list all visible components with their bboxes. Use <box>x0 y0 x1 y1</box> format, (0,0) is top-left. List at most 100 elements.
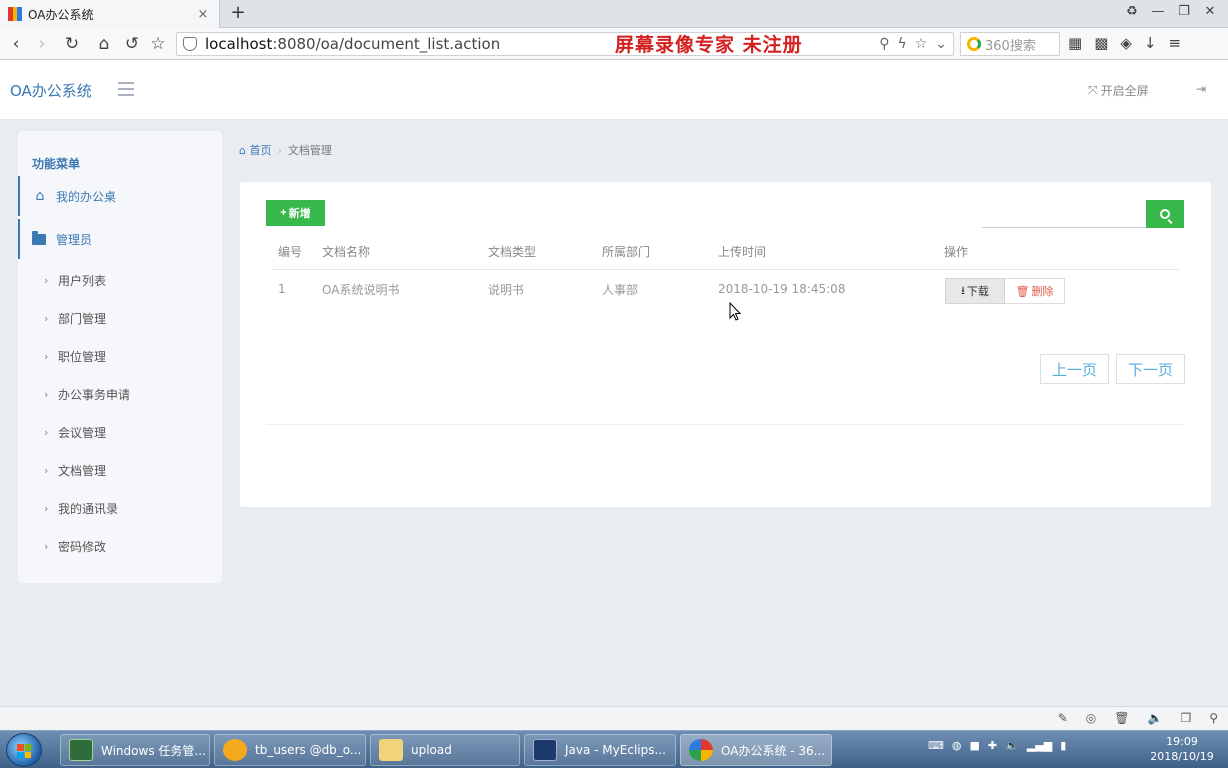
network-globe-icon[interactable]: ◍ <box>952 739 962 752</box>
window-icon[interactable]: ❐ <box>1180 711 1191 725</box>
zoom-icon[interactable]: ⚲ <box>879 36 889 52</box>
browser-search-box[interactable]: 360搜索 <box>960 32 1060 56</box>
browser-360-icon <box>689 739 713 761</box>
row-actions: ⭳ 下载 🗑 删除 <box>945 278 1065 304</box>
menu-toggle-icon[interactable] <box>118 82 134 96</box>
power-icon[interactable]: ▮ <box>1060 739 1066 752</box>
sidebar-item-office-requests[interactable]: › 办公事务申请 <box>44 382 130 406</box>
windows-logo-icon <box>17 744 31 758</box>
sidebar-item-users[interactable]: › 用户列表 <box>44 268 106 292</box>
taskbar-item-browser[interactable]: OA办公系统 - 36... <box>680 734 832 766</box>
dropdown-icon[interactable]: ⌄ <box>935 36 947 52</box>
browser-tabstrip: OA办公系统 × + ♻ — ❐ ✕ <box>0 0 1228 28</box>
col-header-time: 上传时间 <box>718 245 767 259</box>
add-document-button[interactable]: + 新增 <box>266 200 325 226</box>
minimize-icon[interactable]: — <box>1150 4 1166 19</box>
chevron-right-icon: › <box>44 501 49 515</box>
taskbar-item-navicat[interactable]: tb_users @db_o... <box>214 734 366 766</box>
signal-icon[interactable]: ▂▄▆ <box>1027 739 1052 752</box>
extension-icons: ▦ ▩ ◈ ↓ ≡ <box>1068 34 1181 52</box>
bookmark-star-icon[interactable]: ☆ <box>148 34 168 54</box>
col-header-id: 编号 <box>278 245 303 259</box>
url-text: localhost:8080/oa/document_list.action <box>205 35 501 53</box>
fullscreen-button[interactable]: ⤧ 开启全屏 <box>1088 82 1149 99</box>
zoom-search-icon[interactable]: ⚲ <box>1209 711 1218 725</box>
window-controls: ♻ — ❐ ✕ <box>1124 4 1218 19</box>
apps-icon[interactable]: ▦ <box>1068 34 1082 52</box>
col-header-actions: 操作 <box>944 245 969 259</box>
sidebar-item-positions[interactable]: › 职位管理 <box>44 344 106 368</box>
qr-code-icon[interactable]: ▩ <box>1094 34 1108 52</box>
logout-icon[interactable]: ⇥ <box>1196 82 1206 96</box>
guard-shield-icon[interactable]: ◈ <box>1120 34 1132 52</box>
favorite-star-icon[interactable]: ☆ <box>915 36 928 52</box>
breadcrumb-home[interactable]: ⌂ 首页 <box>239 142 271 158</box>
taskbar-item-upload-folder[interactable]: upload <box>370 734 520 766</box>
reload-icon[interactable]: ↻ <box>62 34 82 54</box>
close-window-icon[interactable]: ✕ <box>1202 4 1218 19</box>
search-button[interactable] <box>1146 200 1184 228</box>
security-shield-icon <box>183 37 197 51</box>
document-table: 编号 文档名称 文档类型 所属部门 上传时间 操作 1 OA系统说明书 说明书 … <box>272 234 1179 308</box>
lightning-icon[interactable]: ϟ <box>897 36 906 52</box>
download-button[interactable]: ⭳ 下载 <box>945 278 1005 304</box>
mouse-cursor-icon <box>729 302 742 321</box>
back-icon[interactable]: ‹ <box>6 34 26 54</box>
task-manager-icon <box>69 739 93 761</box>
close-tab-icon[interactable]: × <box>195 7 211 22</box>
sidebar-item-contacts[interactable]: › 我的通讯录 <box>44 496 118 520</box>
chevron-right-icon: › <box>44 349 49 363</box>
undo-icon[interactable]: ↺ <box>122 34 142 54</box>
app-brand[interactable]: OA办公系统 <box>10 80 92 101</box>
keyboard-icon[interactable]: ⌨ <box>928 739 944 752</box>
system-clock[interactable]: 19:09 2018/10/19 <box>1140 734 1224 764</box>
taskbar-item-myeclipse[interactable]: Java - MyEclips... <box>524 734 676 766</box>
search-icon <box>1160 209 1170 219</box>
cell-name: OA系统说明书 <box>322 282 400 297</box>
sidebar-item-desk[interactable]: ⌂ 我的办公桌 <box>18 176 222 216</box>
speaker-icon[interactable]: 🔈 <box>1005 739 1019 752</box>
home-icon[interactable]: ⌂ <box>94 34 114 54</box>
sidebar: 功能菜单 ⌂ 我的办公桌 管理员 › 用户列表 › 部门管理 › 职位管理 › 办公事务… <box>18 131 222 583</box>
start-button[interactable] <box>6 733 42 767</box>
menu-icon[interactable]: ≡ <box>1169 34 1182 52</box>
chevron-right-icon: › <box>44 463 49 477</box>
status-green-icon[interactable]: ■ <box>970 739 980 752</box>
browser-tab[interactable]: OA办公系统 × <box>0 0 220 28</box>
app-header: OA办公系统 ⤧ 开启全屏 ⇥ <box>0 60 1228 120</box>
download-icon: ⭳ <box>961 284 965 297</box>
download-icon[interactable]: ↓ <box>1144 34 1157 52</box>
speed-icon[interactable]: ◎ <box>1086 711 1096 725</box>
security-icon[interactable]: ✚ <box>988 739 997 752</box>
delete-button[interactable]: 🗑 删除 <box>1005 278 1065 304</box>
sidebar-item-password[interactable]: › 密码修改 <box>44 534 106 558</box>
cell-dept: 人事部 <box>602 282 639 297</box>
next-page-button[interactable]: 下一页 <box>1116 354 1185 384</box>
browser-status-strip: ✎ ◎ 🗑 🔈 ❐ ⚲ <box>0 706 1228 730</box>
restore-icon[interactable]: ❐ <box>1176 4 1192 19</box>
chevron-right-icon: › <box>44 311 49 325</box>
clear-icon[interactable]: 🗑 <box>1114 711 1129 725</box>
sidebar-item-meetings[interactable]: › 会议管理 <box>44 420 106 444</box>
sidebar-heading: 功能菜单 <box>32 157 81 171</box>
prev-page-button[interactable]: 上一页 <box>1040 354 1109 384</box>
system-tray: ⌨ ◍ ■ ✚ 🔈 ▂▄▆ ▮ <box>928 739 1066 752</box>
volume-icon[interactable]: 🔈 <box>1147 711 1162 725</box>
pin-icon[interactable]: ✎ <box>1058 711 1068 725</box>
sidebar-item-departments[interactable]: › 部门管理 <box>44 306 106 330</box>
sidebar-item-documents[interactable]: › 文档管理 <box>44 458 106 482</box>
chevron-right-icon: › <box>44 539 49 553</box>
search-input[interactable] <box>982 202 1146 228</box>
new-tab-icon[interactable]: + <box>228 3 248 23</box>
chevron-right-icon: › <box>44 387 49 401</box>
taskbar-item-task-manager[interactable]: Windows 任务管... <box>60 734 210 766</box>
oa-favicon-icon <box>8 7 23 21</box>
breadcrumb: ⌂ 首页 › 文档管理 <box>239 142 332 158</box>
sidebar-item-admin[interactable]: 管理员 <box>18 219 222 259</box>
table-row: 1 OA系统说明书 说明书 人事部 2018-10-19 18:45:08 ⭳ 下… <box>272 270 1179 308</box>
status-icons: ✎ ◎ 🗑 🔈 ❐ ⚲ <box>1058 711 1218 725</box>
forward-icon[interactable]: › <box>32 34 52 54</box>
address-bar[interactable]: localhost:8080/oa/document_list.action 屏… <box>176 32 954 56</box>
skin-icon[interactable]: ♻ <box>1124 4 1140 19</box>
cell-id: 1 <box>278 282 286 296</box>
